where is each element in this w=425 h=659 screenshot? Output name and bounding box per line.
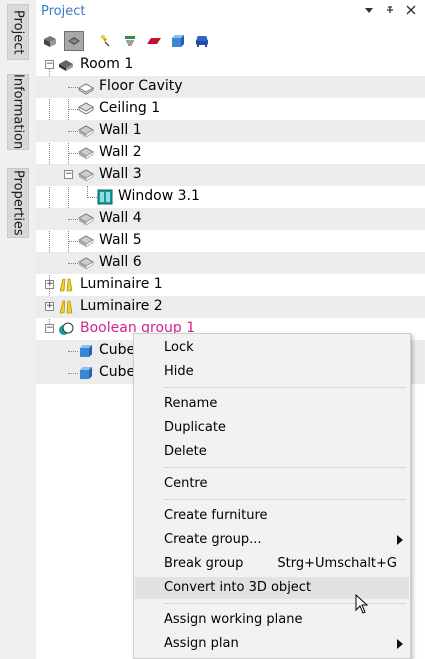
tree-item-wall-1[interactable]: Wall 1 [36, 120, 425, 142]
tree-item-floor-cavity[interactable]: Floor Cavity [36, 76, 425, 98]
tree-item-label: Ceiling 1 [99, 100, 161, 116]
menu-separator [164, 603, 406, 604]
surface-icon [77, 101, 95, 117]
tree-item-label: Wall 3 [99, 166, 142, 182]
submenu-arrow-icon [397, 639, 403, 649]
tree-item-label: Cube [99, 342, 136, 358]
collapse-toggle[interactable]: − [45, 324, 54, 333]
context-menu: Lock Hide Rename Duplicate Delete Centre… [133, 333, 411, 659]
menu-separator [164, 467, 406, 468]
tree-item-label: Window 3.1 [118, 188, 200, 204]
luminaire-icon [58, 277, 74, 293]
tree-item-wall-2[interactable]: Wall 2 [36, 142, 425, 164]
cube-icon [78, 365, 94, 381]
side-tab-properties[interactable]: Properties [7, 168, 29, 238]
dropdown-arrow-icon[interactable] [363, 4, 375, 19]
tree-item-label: Luminaire 1 [80, 276, 163, 292]
panel-toolbar [36, 28, 425, 54]
tree-item-wall-4[interactable]: Wall 4 [36, 208, 425, 230]
menu-item-hide[interactable]: Hide [135, 361, 409, 383]
tree-item-label: Wall 2 [99, 144, 142, 160]
tree-item-label: Wall 1 [99, 122, 142, 138]
tree-item-window[interactable]: Window 3.1 [36, 186, 425, 208]
window-icon [97, 189, 113, 205]
collapse-toggle[interactable]: − [64, 170, 73, 179]
menu-item-rename[interactable]: Rename [135, 393, 409, 415]
boolean-group-icon [58, 321, 74, 337]
surface-icon[interactable] [144, 31, 164, 51]
furniture-icon[interactable] [192, 31, 212, 51]
menu-item-centre[interactable]: Centre [135, 473, 409, 495]
pin-icon[interactable] [384, 4, 396, 19]
view-3d-icon[interactable] [40, 31, 60, 51]
expand-toggle[interactable]: + [45, 280, 54, 289]
tree-item-luminaire-2[interactable]: + Luminaire 2 [36, 296, 425, 318]
surface-icon [77, 211, 95, 227]
tree-item-label: Wall 6 [99, 254, 142, 270]
close-icon[interactable] [405, 4, 417, 19]
luminaire-icon[interactable] [96, 31, 116, 51]
submenu-arrow-icon [397, 535, 403, 545]
menu-item-duplicate[interactable]: Duplicate [135, 417, 409, 439]
tree-item-label: Wall 4 [99, 210, 142, 226]
tree-item-wall-5[interactable]: Wall 5 [36, 230, 425, 252]
menu-item-lock[interactable]: Lock [135, 337, 409, 359]
surface-icon [77, 79, 95, 95]
surface-icon [77, 255, 95, 271]
room-icon [58, 57, 74, 73]
surface-icon [77, 145, 95, 161]
tree-item-label: Luminaire 2 [80, 298, 163, 314]
cube-icon[interactable] [168, 31, 188, 51]
tree-item-wall-3[interactable]: − Wall 3 [36, 164, 425, 186]
cube-icon [78, 343, 94, 359]
menu-item-assign-plan[interactable]: Assign plan [135, 633, 409, 655]
surface-icon [77, 167, 95, 183]
mouse-pointer-icon [355, 593, 369, 618]
side-tab-strip: Project Information Properties [0, 0, 36, 659]
tree-item-label: Wall 5 [99, 232, 142, 248]
luminaire-icon [58, 299, 74, 315]
panel-titlebar: Project [36, 0, 425, 26]
tree-item-label: Cube [99, 364, 136, 380]
tree-item-label: Floor Cavity [99, 78, 183, 94]
panel-title: Project [41, 4, 86, 19]
tree-item-luminaire-1[interactable]: + Luminaire 1 [36, 274, 425, 296]
tree-item-wall-6[interactable]: Wall 6 [36, 252, 425, 274]
surface-icon [77, 123, 95, 139]
menu-item-break-group[interactable]: Break group Strg+Umschalt+G [135, 553, 409, 575]
surface-icon [77, 233, 95, 249]
menu-item-create-group[interactable]: Create group... [135, 529, 409, 551]
menu-separator [164, 387, 406, 388]
expand-toggle[interactable]: + [45, 302, 54, 311]
side-tab-information[interactable]: Information [7, 74, 29, 150]
menu-separator [164, 499, 406, 500]
menu-item-create-furniture[interactable]: Create furniture [135, 505, 409, 527]
sensor-icon[interactable] [120, 31, 140, 51]
side-tab-project[interactable]: Project [7, 4, 29, 60]
collapse-toggle[interactable]: − [45, 60, 54, 69]
view-plan-icon[interactable] [64, 31, 84, 51]
tree-item-label: Room 1 [80, 56, 134, 72]
tree-item-ceiling[interactable]: Ceiling 1 [36, 98, 425, 120]
menu-item-delete[interactable]: Delete [135, 441, 409, 463]
menu-shortcut: Strg+Umschalt+G [277, 556, 397, 571]
tree-item-room[interactable]: − Room 1 [36, 54, 425, 76]
